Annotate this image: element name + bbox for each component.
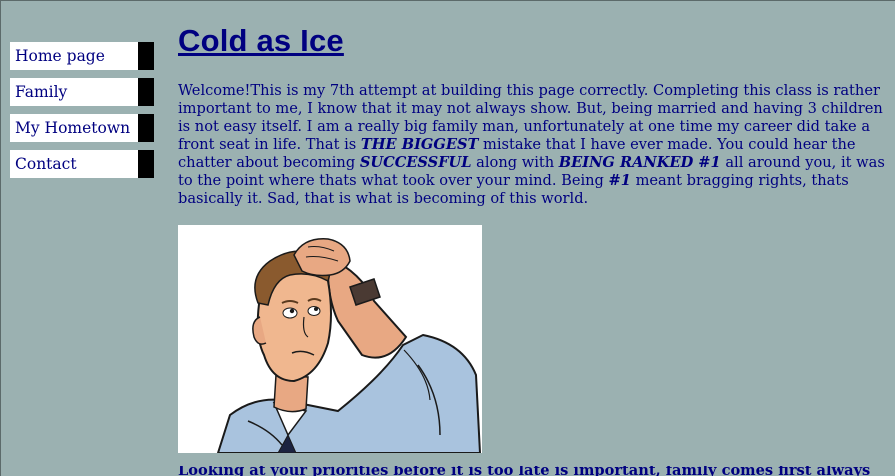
confused-man-image: [178, 225, 482, 453]
sidebar-nav: Home page Family My Hometown Contact: [10, 42, 154, 186]
nav-item-label: My Hometown: [15, 119, 131, 137]
nav-item-edge: [138, 114, 154, 142]
nav-item-label: Family: [15, 83, 68, 101]
intro-text-3: along with: [471, 154, 559, 171]
nav-item-family[interactable]: Family: [10, 78, 154, 106]
nav-item-my-hometown[interactable]: My Hometown: [10, 114, 154, 142]
confused-man-illustration-icon: [178, 225, 482, 453]
cut-off-text: Looking at your priorities before it is …: [178, 466, 871, 476]
emphasis-successful: SUCCESSFUL: [359, 154, 472, 171]
nav-item-edge: [138, 150, 154, 178]
window-top-border: [0, 0, 895, 1]
nav-item-label: Contact: [15, 155, 77, 173]
emphasis-biggest: THE BIGGEST: [360, 136, 479, 153]
nav-item-label: Home page: [15, 47, 105, 65]
nav-item-edge: [138, 78, 154, 106]
emphasis-number-one: #1: [608, 172, 631, 189]
cut-off-text-line: Looking at your priorities before it is …: [178, 466, 888, 476]
nav-item-contact[interactable]: Contact: [10, 150, 154, 178]
emphasis-ranked: BEING RANKED #1: [558, 154, 721, 171]
nav-item-edge: [138, 42, 154, 70]
main-content: Cold as Ice Welcome!This is my 7th attem…: [178, 22, 888, 208]
window-left-border: [0, 0, 1, 476]
nav-item-home-page[interactable]: Home page: [10, 42, 154, 70]
page-title: Cold as Ice: [178, 23, 344, 58]
intro-paragraph: Welcome!This is my 7th attempt at buildi…: [178, 82, 888, 208]
